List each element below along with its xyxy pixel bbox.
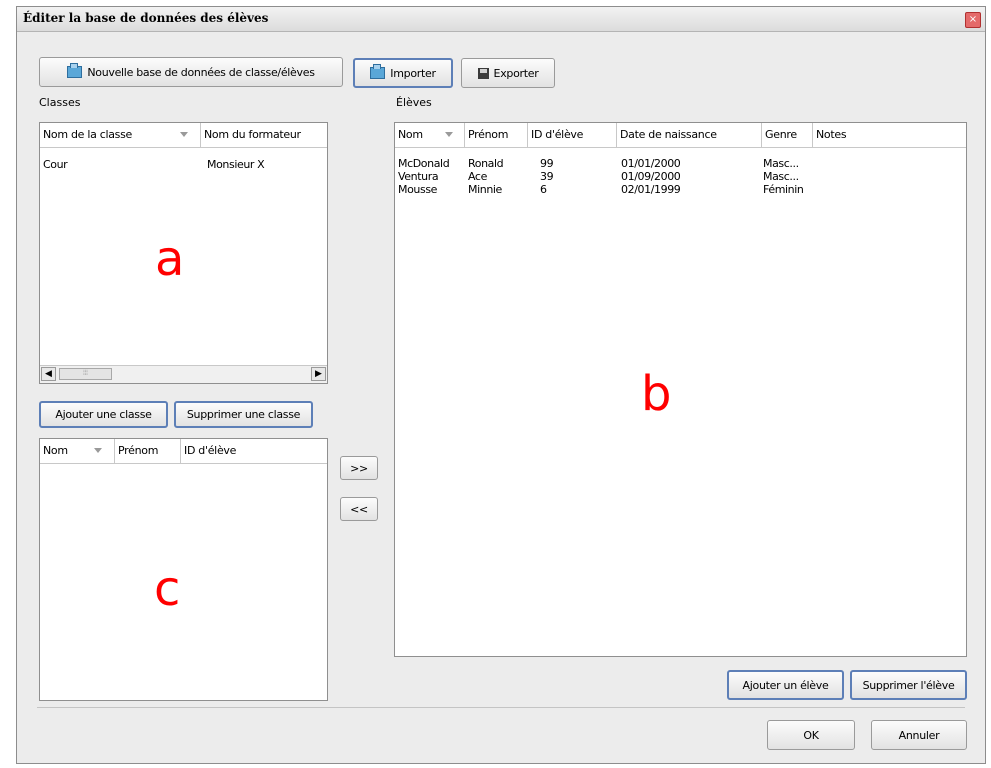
footer-divider (37, 707, 965, 708)
classes-label: Classes (39, 96, 81, 109)
new-database-button[interactable]: Nouvelle base de données de classe/élève… (39, 57, 343, 87)
import-label: Importer (390, 66, 436, 80)
column-header-last-name[interactable]: Nom (395, 123, 465, 147)
export-label: Exporter (493, 66, 539, 80)
table-row[interactable]: McDonald Ronald 99 01/01/2000 Masc... (395, 157, 966, 170)
column-header-birth-date-label: Date de naissance (620, 128, 717, 141)
column-header-birth-date[interactable]: Date de naissance (617, 123, 762, 147)
table-row[interactable]: Cour Monsieur X (40, 158, 327, 171)
students-table-header: Nom Prénom ID d'élève Date de naissance … (395, 123, 966, 148)
title-bar: Éditer la base de données des élèves × (17, 7, 985, 32)
scroll-right-arrow-icon[interactable]: ▶ (311, 367, 326, 381)
column-header-first-name[interactable]: Prénom (115, 439, 181, 463)
window-title: Éditer la base de données des élèves (23, 11, 269, 25)
horizontal-scrollbar[interactable]: ◀ ⦙⦙⦙ ▶ (40, 365, 327, 383)
column-header-last-name-label: Nom (43, 444, 68, 457)
birth-date-cell: 02/01/1999 (621, 183, 681, 196)
annotation-letter-b: b (641, 366, 672, 422)
remove-from-class-button[interactable]: << (340, 497, 378, 521)
column-header-notes[interactable]: Notes (813, 123, 966, 147)
database-icon (67, 63, 83, 78)
first-name-cell: Ace (468, 170, 487, 183)
ok-button[interactable]: OK (767, 720, 855, 750)
column-header-first-name-label: Prénom (468, 128, 509, 141)
column-header-first-name-label: Prénom (118, 444, 159, 457)
column-header-trainer-name[interactable]: Nom du formateur (201, 123, 327, 147)
add-to-class-button[interactable]: >> (340, 456, 378, 480)
import-button[interactable]: Importer (353, 58, 453, 88)
scroll-left-arrow-icon[interactable]: ◀ (41, 367, 56, 381)
edit-student-database-dialog: Éditer la base de données des élèves × N… (16, 6, 986, 764)
column-header-notes-label: Notes (816, 128, 847, 141)
first-name-cell: Minnie (468, 183, 502, 196)
column-header-last-name[interactable]: Nom (40, 439, 115, 463)
sort-arrow-icon (180, 132, 188, 137)
column-header-last-name-label: Nom (398, 128, 423, 141)
last-name-cell: Ventura (398, 170, 439, 183)
column-header-trainer-name-label: Nom du formateur (204, 128, 301, 141)
add-class-button[interactable]: Ajouter une classe (39, 401, 168, 428)
student-id-cell: 39 (540, 170, 554, 183)
gender-cell: Masc... (763, 170, 799, 183)
column-header-class-name[interactable]: Nom de la classe (40, 123, 201, 147)
gender-cell: Féminin (763, 183, 804, 196)
cancel-button[interactable]: Annuler (871, 720, 967, 750)
table-row[interactable]: Ventura Ace 39 01/09/2000 Masc... (395, 170, 966, 183)
scroll-thumb[interactable]: ⦙⦙⦙ (59, 368, 112, 380)
last-name-cell: McDonald (398, 157, 450, 170)
classes-table-header: Nom de la classe Nom du formateur (40, 123, 327, 148)
column-header-student-id-label: ID d'élève (184, 444, 237, 457)
students-label: Élèves (396, 96, 432, 109)
export-button[interactable]: Exporter (461, 58, 555, 88)
classes-table[interactable]: Nom de la classe Nom du formateur Cour M… (39, 122, 328, 384)
column-header-student-id[interactable]: ID d'élève (181, 439, 327, 463)
sort-arrow-icon (94, 448, 102, 453)
import-icon (370, 64, 386, 79)
column-header-gender[interactable]: Genre (762, 123, 813, 147)
class-name-cell: Cour (43, 158, 68, 171)
students-table[interactable]: Nom Prénom ID d'élève Date de naissance … (394, 122, 967, 657)
birth-date-cell: 01/09/2000 (621, 170, 681, 183)
close-button[interactable]: × (965, 12, 981, 28)
remove-student-button[interactable]: Supprimer l'élève (850, 670, 967, 700)
column-header-gender-label: Genre (765, 128, 797, 141)
student-id-cell: 99 (540, 157, 554, 170)
add-student-button[interactable]: Ajouter un élève (727, 670, 844, 700)
first-name-cell: Ronald (468, 157, 504, 170)
column-header-first-name[interactable]: Prénom (465, 123, 528, 147)
table-row[interactable]: Mousse Minnie 6 02/01/1999 Féminin (395, 183, 966, 196)
remove-class-button[interactable]: Supprimer une classe (174, 401, 313, 428)
column-header-class-name-label: Nom de la classe (43, 128, 132, 141)
class-students-table-header: Nom Prénom ID d'élève (40, 439, 327, 464)
gender-cell: Masc... (763, 157, 799, 170)
annotation-letter-a: a (155, 231, 185, 287)
birth-date-cell: 01/01/2000 (621, 157, 681, 170)
trainer-name-cell: Monsieur X (207, 158, 265, 171)
column-header-student-id-label: ID d'élève (531, 128, 584, 141)
column-header-student-id[interactable]: ID d'élève (528, 123, 617, 147)
class-students-table[interactable]: Nom Prénom ID d'élève c (39, 438, 328, 701)
sort-arrow-icon (445, 132, 453, 137)
save-icon (477, 67, 489, 79)
last-name-cell: Mousse (398, 183, 438, 196)
new-database-label: Nouvelle base de données de classe/élève… (87, 65, 315, 79)
annotation-letter-c: c (154, 561, 181, 617)
student-id-cell: 6 (540, 183, 547, 196)
